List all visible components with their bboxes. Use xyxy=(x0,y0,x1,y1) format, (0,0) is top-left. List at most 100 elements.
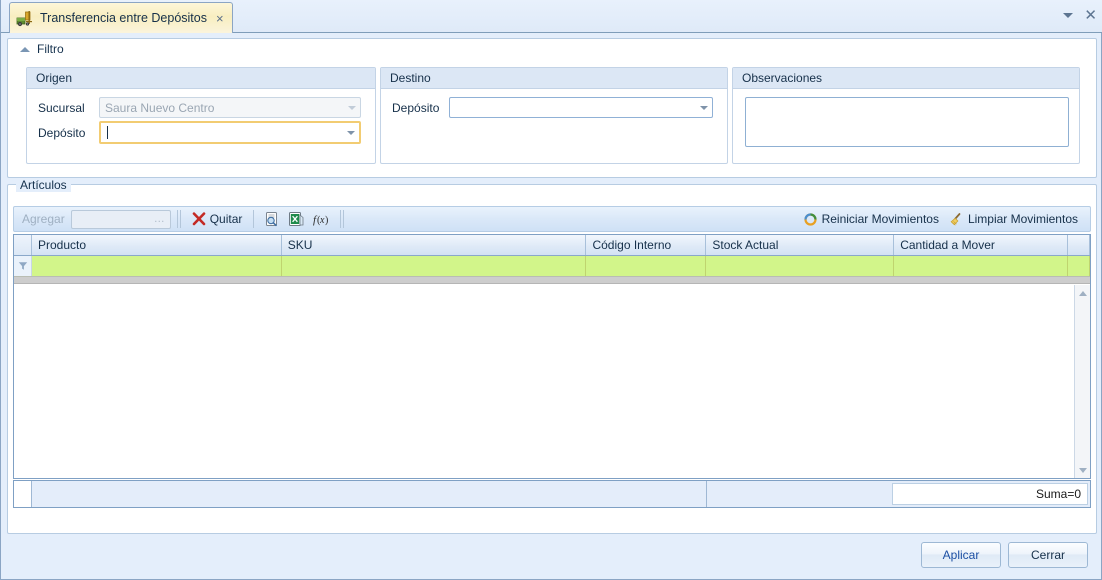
column-header-codigo-interno[interactable]: Código Interno xyxy=(586,235,707,255)
print-preview-icon xyxy=(264,211,280,227)
column-header-extra[interactable] xyxy=(1068,235,1090,255)
summary-right: Suma=0 xyxy=(707,481,1090,507)
summary-indicator xyxy=(14,481,32,507)
grid-row-indicator-header xyxy=(14,235,32,255)
observaciones-header: Observaciones xyxy=(733,68,1079,89)
aplicar-label: Aplicar xyxy=(942,548,980,562)
sucursal-label: Sucursal xyxy=(38,101,85,115)
scroll-up-button[interactable] xyxy=(1075,285,1090,301)
filter-cell-sku[interactable] xyxy=(281,256,587,276)
deposito-destino-combo[interactable] xyxy=(449,97,713,118)
tab-strip: Transferencia entre Depósitos × ✕ xyxy=(1,0,1102,33)
deposito-destino-label: Depósito xyxy=(392,101,440,115)
deposito-origen-combo[interactable] xyxy=(99,121,361,144)
grid-vertical-scrollbar[interactable] xyxy=(1074,285,1090,478)
summary-suma-label: Suma=0 xyxy=(1035,487,1081,501)
export-excel-button[interactable] xyxy=(284,209,308,229)
filter-funnel-icon xyxy=(18,261,28,271)
destino-header: Destino xyxy=(381,68,727,89)
articulos-grid: Producto SKU Código Interno Stock Actual… xyxy=(13,234,1091,479)
text-caret xyxy=(107,126,108,139)
articulos-group: Artículos Agregar … Quitar f (x) Reini… xyxy=(7,178,1097,534)
grid-summary-row: Suma=0 xyxy=(13,480,1091,508)
svg-text:): ) xyxy=(325,215,328,226)
cerrar-button[interactable]: Cerrar xyxy=(1008,542,1088,568)
destino-groupbox: Destino Depósito xyxy=(380,67,728,164)
scroll-down-button[interactable] xyxy=(1075,462,1090,478)
tab-label: Transferencia entre Depósitos xyxy=(40,11,207,25)
sucursal-combo: Saura Nuevo Centro xyxy=(99,97,361,118)
filter-cell-codigo-interno[interactable] xyxy=(586,256,707,276)
quitar-label: Quitar xyxy=(209,212,243,226)
observaciones-body xyxy=(733,89,1079,162)
cerrar-label: Cerrar xyxy=(1030,548,1065,562)
agregar-ellipsis-icon: … xyxy=(153,213,166,225)
limpiar-movimientos-label: Limpiar Movimientos xyxy=(967,212,1078,226)
observaciones-title: Observaciones xyxy=(742,71,823,85)
quitar-button[interactable]: Quitar xyxy=(187,210,248,228)
column-header-producto[interactable]: Producto xyxy=(32,235,282,255)
triangle-up-icon xyxy=(1078,290,1087,296)
summary-blank-left xyxy=(32,481,707,507)
broom-icon xyxy=(949,212,964,227)
chevron-down-icon xyxy=(344,105,360,110)
origen-header: Origen xyxy=(27,68,375,89)
grid-group-panel-separator xyxy=(14,277,1090,284)
summary-suma-field: Suma=0 xyxy=(892,483,1088,505)
grid-header-row: Producto SKU Código Interno Stock Actual… xyxy=(14,235,1090,256)
filter-cell-stock-actual[interactable] xyxy=(706,256,895,276)
transferencia-window: Transferencia entre Depósitos × ✕ Filtro… xyxy=(0,0,1102,580)
articulos-toolbar: Agregar … Quitar f (x) Reiniciar Movim… xyxy=(13,206,1091,232)
agregar-label: Agregar xyxy=(22,212,65,226)
column-header-label: Stock Actual xyxy=(712,238,779,252)
red-x-icon xyxy=(192,212,206,226)
destino-title: Destino xyxy=(390,71,431,85)
sucursal-value: Saura Nuevo Centro xyxy=(105,100,215,115)
limpiar-movimientos-button[interactable]: Limpiar Movimientos xyxy=(944,210,1083,229)
grid-body-empty xyxy=(14,285,1090,478)
close-icon[interactable]: ✕ xyxy=(1084,8,1097,23)
column-header-label: Producto xyxy=(38,238,87,252)
print-preview-button[interactable] xyxy=(260,209,284,229)
refresh-circle-icon xyxy=(803,212,818,227)
aplicar-button[interactable]: Aplicar xyxy=(921,542,1001,568)
filtro-legend-label: Filtro xyxy=(37,42,64,56)
forklift-icon xyxy=(16,9,34,27)
filtro-group: Filtro Origen Sucursal Saura Nuevo Centr… xyxy=(7,38,1097,178)
observaciones-groupbox: Observaciones xyxy=(732,67,1080,164)
agregar-input: … xyxy=(70,209,171,229)
window-controls: ✕ xyxy=(1063,8,1097,23)
chevron-down-icon[interactable] xyxy=(1063,13,1074,18)
toolbar-separator xyxy=(176,210,181,228)
column-header-stock-actual[interactable]: Stock Actual xyxy=(706,235,895,255)
triangle-down-icon xyxy=(1078,467,1087,473)
filter-cell-producto[interactable] xyxy=(32,256,282,276)
chevron-down-icon[interactable] xyxy=(696,105,712,110)
reiniciar-movimientos-button[interactable]: Reiniciar Movimientos xyxy=(798,210,944,229)
chevron-down-icon[interactable] xyxy=(343,130,359,135)
toolbar-right-group: Reiniciar Movimientos Limpiar Movimiento… xyxy=(798,210,1087,229)
destino-body: Depósito xyxy=(381,89,727,162)
tab-transferencia-entre-depositos[interactable]: Transferencia entre Depósitos × xyxy=(9,2,233,33)
origen-body: Sucursal Saura Nuevo Centro Depósito xyxy=(27,89,375,162)
observaciones-textarea[interactable] xyxy=(745,97,1069,147)
toolbar-separator xyxy=(340,210,345,228)
filter-cell-cantidad-a-mover[interactable] xyxy=(894,256,1069,276)
column-header-cantidad-a-mover[interactable]: Cantidad a Mover xyxy=(894,235,1069,255)
grid-filter-row xyxy=(14,256,1090,277)
deposito-origen-label: Depósito xyxy=(38,126,86,140)
export-excel-icon xyxy=(288,211,304,227)
filter-funnel-cell[interactable] xyxy=(14,256,32,276)
tab-close-icon[interactable]: × xyxy=(216,12,224,25)
column-header-sku[interactable]: SKU xyxy=(282,235,587,255)
filtro-legend[interactable]: Filtro xyxy=(16,40,68,58)
formula-fx-icon: f ( x ) xyxy=(312,212,330,226)
origen-groupbox: Origen Sucursal Saura Nuevo Centro Depós… xyxy=(26,67,376,164)
articulos-legend-label: Artículos xyxy=(16,178,71,192)
filter-cell-extra[interactable] xyxy=(1068,256,1090,276)
column-header-label: Cantidad a Mover xyxy=(900,238,995,252)
formula-button[interactable]: f ( x ) xyxy=(308,210,334,228)
origen-title: Origen xyxy=(36,71,73,85)
collapse-triangle-icon[interactable] xyxy=(20,46,30,52)
reiniciar-movimientos-label: Reiniciar Movimientos xyxy=(821,212,939,226)
